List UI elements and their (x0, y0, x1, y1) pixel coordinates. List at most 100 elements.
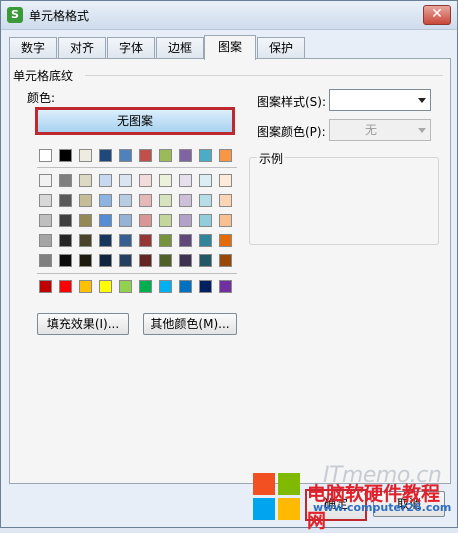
theme-shade-swatch[interactable] (119, 174, 132, 187)
theme-shade-swatch[interactable] (39, 174, 52, 187)
theme-shade-swatch[interactable] (199, 254, 212, 267)
theme-shade-swatch[interactable] (39, 234, 52, 247)
theme-shade-swatch[interactable] (39, 194, 52, 207)
theme-color-swatch[interactable] (59, 149, 72, 162)
theme-shade-swatch[interactable] (59, 234, 72, 247)
theme-shade-swatch[interactable] (139, 174, 152, 187)
theme-shade-swatch[interactable] (179, 254, 192, 267)
theme-shade-swatch[interactable] (179, 174, 192, 187)
standard-color-swatch[interactable] (79, 280, 92, 293)
theme-color-swatch[interactable] (139, 149, 152, 162)
group-divider (85, 75, 443, 76)
standard-color-swatch[interactable] (39, 280, 52, 293)
cell-shading-group-title: 单元格底纹 (11, 67, 76, 84)
theme-shade-swatch[interactable] (139, 214, 152, 227)
theme-shade-swatch[interactable] (139, 234, 152, 247)
theme-shade-swatch[interactable] (99, 254, 112, 267)
pattern-style-label: 图案样式(S): (257, 95, 327, 109)
theme-color-swatch[interactable] (179, 149, 192, 162)
theme-shade-swatch[interactable] (139, 254, 152, 267)
pattern-color-select[interactable]: 无 (329, 119, 431, 141)
theme-shade-swatch[interactable] (219, 254, 232, 267)
theme-shade-swatch[interactable] (199, 214, 212, 227)
theme-shade-swatch[interactable] (219, 214, 232, 227)
theme-shade-swatch[interactable] (79, 254, 92, 267)
theme-color-swatch[interactable] (39, 149, 52, 162)
theme-shade-swatch[interactable] (59, 214, 72, 227)
theme-shade-swatch[interactable] (159, 214, 172, 227)
theme-color-swatch[interactable] (119, 149, 132, 162)
more-colors-button[interactable]: 其他颜色(M)... (143, 313, 237, 335)
tab-number[interactable]: 数字 (9, 37, 57, 58)
theme-shade-swatch[interactable] (199, 234, 212, 247)
tab-alignment[interactable]: 对齐 (58, 37, 106, 58)
watermark-site-url: www.computer26.com (313, 501, 452, 514)
format-cells-dialog: S 单元格格式 ✕ 数字 对齐 字体 边框 图案 保护 单元格底纹 颜色: 无图… (0, 0, 458, 532)
theme-shade-swatch[interactable] (219, 194, 232, 207)
standard-color-swatch[interactable] (119, 280, 132, 293)
theme-shade-swatch[interactable] (179, 234, 192, 247)
theme-shade-swatch[interactable] (119, 214, 132, 227)
theme-shade-swatch[interactable] (99, 214, 112, 227)
theme-shade-swatch[interactable] (79, 174, 92, 187)
close-button[interactable]: ✕ (423, 5, 451, 25)
theme-color-swatch[interactable] (199, 149, 212, 162)
theme-shade-swatch[interactable] (59, 254, 72, 267)
theme-shade-swatch[interactable] (139, 194, 152, 207)
theme-shade-swatch[interactable] (39, 254, 52, 267)
color-label: 颜色: (27, 91, 56, 105)
standard-color-swatch[interactable] (219, 280, 232, 293)
theme-shade-swatch[interactable] (119, 254, 132, 267)
dropdown-arrow-icon (418, 128, 426, 133)
theme-shade-swatch[interactable] (99, 174, 112, 187)
standard-color-swatch[interactable] (159, 280, 172, 293)
theme-shade-swatch[interactable] (99, 234, 112, 247)
theme-shade-swatch[interactable] (219, 174, 232, 187)
theme-shade-swatch[interactable] (79, 214, 92, 227)
palette-separator (37, 167, 237, 168)
standard-color-swatch[interactable] (59, 280, 72, 293)
theme-shade-swatch[interactable] (79, 234, 92, 247)
theme-shade-swatch[interactable] (199, 194, 212, 207)
theme-color-swatch[interactable] (159, 149, 172, 162)
theme-shade-swatch[interactable] (119, 234, 132, 247)
theme-shade-swatch[interactable] (179, 214, 192, 227)
theme-shade-swatch[interactable] (199, 174, 212, 187)
theme-shade-swatch[interactable] (39, 214, 52, 227)
theme-shade-swatch[interactable] (59, 194, 72, 207)
no-pattern-button[interactable]: 无图案 (35, 107, 235, 135)
theme-shade-swatch[interactable] (159, 174, 172, 187)
theme-shade-swatch[interactable] (159, 234, 172, 247)
dialog-title: 单元格格式 (29, 9, 90, 23)
theme-shade-swatch[interactable] (179, 194, 192, 207)
theme-color-swatch[interactable] (219, 149, 232, 162)
theme-shade-swatch[interactable] (219, 234, 232, 247)
tab-patterns[interactable]: 图案 (204, 35, 256, 60)
tab-border[interactable]: 边框 (156, 37, 204, 58)
theme-shade-swatch[interactable] (119, 194, 132, 207)
title-bar[interactable]: S 单元格格式 ✕ (1, 1, 457, 30)
pattern-color-label: 图案颜色(P): (257, 125, 326, 139)
theme-shade-swatch[interactable] (159, 254, 172, 267)
theme-shade-swatch[interactable] (99, 194, 112, 207)
theme-shade-swatch[interactable] (79, 194, 92, 207)
sample-label: 示例 (257, 150, 286, 167)
tab-font[interactable]: 字体 (107, 37, 155, 58)
fill-effects-button[interactable]: 填充效果(I)... (37, 313, 129, 335)
palette-separator (37, 273, 237, 274)
dropdown-arrow-icon (418, 98, 426, 103)
windows-logo-icon (253, 473, 301, 521)
standard-color-swatch[interactable] (199, 280, 212, 293)
theme-shade-swatch[interactable] (59, 174, 72, 187)
sample-preview (249, 157, 439, 245)
standard-color-swatch[interactable] (99, 280, 112, 293)
theme-shade-swatch[interactable] (159, 194, 172, 207)
theme-color-swatch[interactable] (99, 149, 112, 162)
wps-app-icon: S (7, 7, 23, 23)
standard-color-swatch[interactable] (139, 280, 152, 293)
standard-color-swatch[interactable] (179, 280, 192, 293)
theme-color-swatch[interactable] (79, 149, 92, 162)
pattern-style-select[interactable] (329, 89, 431, 111)
tab-protection[interactable]: 保护 (257, 37, 305, 58)
pattern-color-value: 无 (364, 123, 377, 137)
